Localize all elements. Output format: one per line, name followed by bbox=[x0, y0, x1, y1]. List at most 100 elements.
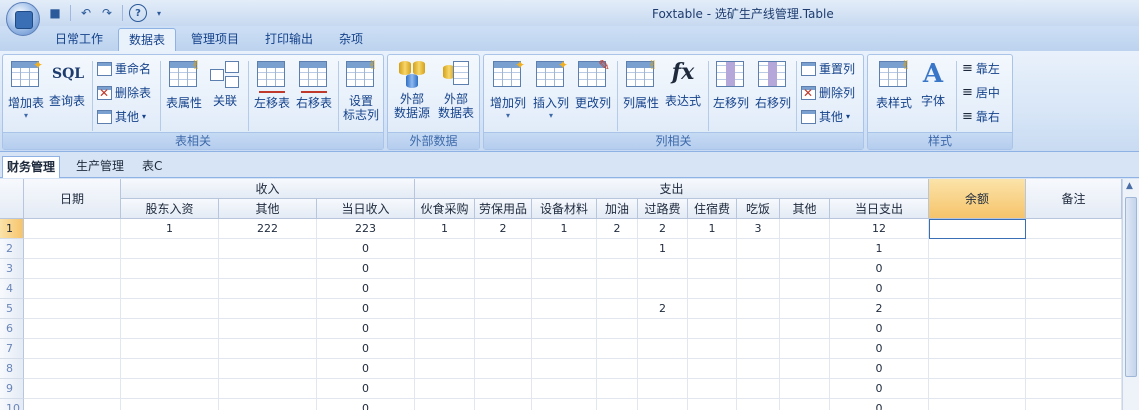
table-cell[interactable]: 2 bbox=[830, 299, 929, 319]
table-cell[interactable]: 1 bbox=[532, 219, 597, 239]
table-cell[interactable] bbox=[532, 299, 597, 319]
column-header-labor-supplies[interactable]: 劳保用品 bbox=[475, 199, 532, 219]
table-cell[interactable]: 0 bbox=[317, 239, 415, 259]
table-cell[interactable] bbox=[688, 319, 737, 339]
delete-column-button[interactable]: ✕ 删除列 bbox=[801, 84, 855, 102]
external-datasource-button[interactable]: 外部 数据源 bbox=[390, 59, 434, 120]
table-cell[interactable] bbox=[1026, 299, 1122, 319]
table-cell[interactable] bbox=[415, 359, 475, 379]
sheet-tab-finance[interactable]: 财务管理 bbox=[2, 156, 61, 178]
table-cell[interactable] bbox=[638, 339, 688, 359]
table-cell[interactable] bbox=[219, 259, 317, 279]
table-cell[interactable] bbox=[532, 319, 597, 339]
table-cell[interactable] bbox=[929, 319, 1026, 339]
table-cell[interactable] bbox=[737, 259, 780, 279]
table-cell[interactable]: 3 bbox=[737, 219, 780, 239]
relation-button[interactable]: 关联 bbox=[206, 59, 244, 109]
table-cell[interactable] bbox=[24, 299, 121, 319]
row-header[interactable]: 4 bbox=[0, 279, 24, 299]
table-cell[interactable] bbox=[737, 339, 780, 359]
table-cell[interactable] bbox=[688, 359, 737, 379]
column-header-daily-expense[interactable]: 当日支出 bbox=[830, 199, 929, 219]
table-cell[interactable] bbox=[219, 239, 317, 259]
font-button[interactable]: A 字体 bbox=[916, 59, 950, 109]
add-column-button[interactable]: ✦ 增加列 ▾ bbox=[487, 58, 529, 121]
table-cell[interactable] bbox=[1026, 339, 1122, 359]
table-cell[interactable] bbox=[929, 219, 1026, 239]
table-cell[interactable] bbox=[219, 279, 317, 299]
table-cell[interactable] bbox=[688, 259, 737, 279]
table-cell[interactable] bbox=[929, 399, 1026, 410]
data-grid[interactable]: 日期 收入 支出 余额 备注 股东入资 其他 当日收入 伙食采购 劳保用品 设备材料 加油过… bbox=[0, 179, 1139, 410]
table-cell[interactable] bbox=[532, 259, 597, 279]
row-header[interactable]: 6 bbox=[0, 319, 24, 339]
table-cell[interactable]: 0 bbox=[830, 379, 929, 399]
table-cell[interactable]: 0 bbox=[317, 299, 415, 319]
table-cell[interactable]: 2 bbox=[597, 219, 638, 239]
move-table-left-button[interactable]: 左移表 bbox=[251, 59, 293, 111]
table-cell[interactable] bbox=[121, 319, 219, 339]
table-cell[interactable]: 1 bbox=[638, 239, 688, 259]
table-cell[interactable]: 1 bbox=[830, 239, 929, 259]
table-cell[interactable] bbox=[780, 359, 830, 379]
table-cell[interactable] bbox=[780, 259, 830, 279]
table-cell[interactable] bbox=[121, 239, 219, 259]
table-cell[interactable] bbox=[737, 319, 780, 339]
table-cell[interactable] bbox=[1026, 259, 1122, 279]
table-cell[interactable] bbox=[24, 219, 121, 239]
rename-button[interactable]: 重命名 bbox=[97, 60, 151, 78]
chevron-down-icon[interactable]: ▾ bbox=[150, 4, 168, 22]
external-table-button[interactable]: 外部 数据表 bbox=[434, 59, 478, 120]
table-cell[interactable] bbox=[415, 279, 475, 299]
table-cell[interactable] bbox=[532, 359, 597, 379]
row-header[interactable]: 9 bbox=[0, 379, 24, 399]
row-header[interactable]: 5 bbox=[0, 299, 24, 319]
table-cell[interactable] bbox=[1026, 219, 1122, 239]
other-column-menu[interactable]: 其他 ▾ bbox=[801, 108, 850, 126]
table-cell[interactable] bbox=[597, 359, 638, 379]
table-cell[interactable]: 0 bbox=[830, 279, 929, 299]
table-cell[interactable] bbox=[415, 259, 475, 279]
move-column-right-button[interactable]: 右移列 bbox=[752, 59, 794, 111]
table-cell[interactable] bbox=[597, 279, 638, 299]
table-cell[interactable] bbox=[597, 299, 638, 319]
table-cell[interactable] bbox=[1026, 279, 1122, 299]
table-properties-button[interactable]: ✌ 表属性 bbox=[163, 58, 205, 111]
table-cell[interactable]: 0 bbox=[830, 359, 929, 379]
table-cell[interactable] bbox=[688, 239, 737, 259]
table-cell[interactable]: 0 bbox=[317, 379, 415, 399]
table-cell[interactable] bbox=[24, 379, 121, 399]
table-cell[interactable] bbox=[929, 239, 1026, 259]
row-header[interactable]: 10 bbox=[0, 399, 24, 410]
table-cell[interactable] bbox=[638, 279, 688, 299]
table-cell[interactable] bbox=[929, 299, 1026, 319]
align-left-button[interactable]: ≡ 靠左 bbox=[962, 60, 1000, 78]
row-header[interactable]: 2 bbox=[0, 239, 24, 259]
table-cell[interactable] bbox=[638, 359, 688, 379]
app-menu-button[interactable] bbox=[6, 2, 40, 36]
delete-table-button[interactable]: ✕ 删除表 bbox=[97, 84, 151, 102]
table-cell[interactable] bbox=[121, 399, 219, 410]
table-cell[interactable] bbox=[929, 279, 1026, 299]
table-cell[interactable] bbox=[688, 339, 737, 359]
column-header-date[interactable]: 日期 bbox=[24, 179, 121, 219]
table-cell[interactable] bbox=[415, 339, 475, 359]
table-cell[interactable] bbox=[532, 239, 597, 259]
table-cell[interactable]: 0 bbox=[830, 339, 929, 359]
table-cell[interactable] bbox=[475, 359, 532, 379]
table-cell[interactable] bbox=[780, 279, 830, 299]
table-cell[interactable] bbox=[688, 299, 737, 319]
table-cell[interactable] bbox=[737, 399, 780, 410]
column-header-meals[interactable]: 吃饭 bbox=[737, 199, 780, 219]
undo-icon[interactable]: ↶ bbox=[77, 4, 95, 22]
row-header[interactable]: 8 bbox=[0, 359, 24, 379]
help-icon[interactable]: ? bbox=[129, 4, 147, 22]
table-cell[interactable] bbox=[1026, 379, 1122, 399]
table-cell[interactable] bbox=[121, 359, 219, 379]
other-table-menu[interactable]: 其他 ▾ bbox=[97, 108, 146, 126]
table-cell[interactable]: 1 bbox=[121, 219, 219, 239]
table-cell[interactable] bbox=[929, 339, 1026, 359]
table-cell[interactable] bbox=[24, 239, 121, 259]
save-icon[interactable]: ■ bbox=[46, 4, 64, 22]
table-cell[interactable] bbox=[415, 399, 475, 410]
